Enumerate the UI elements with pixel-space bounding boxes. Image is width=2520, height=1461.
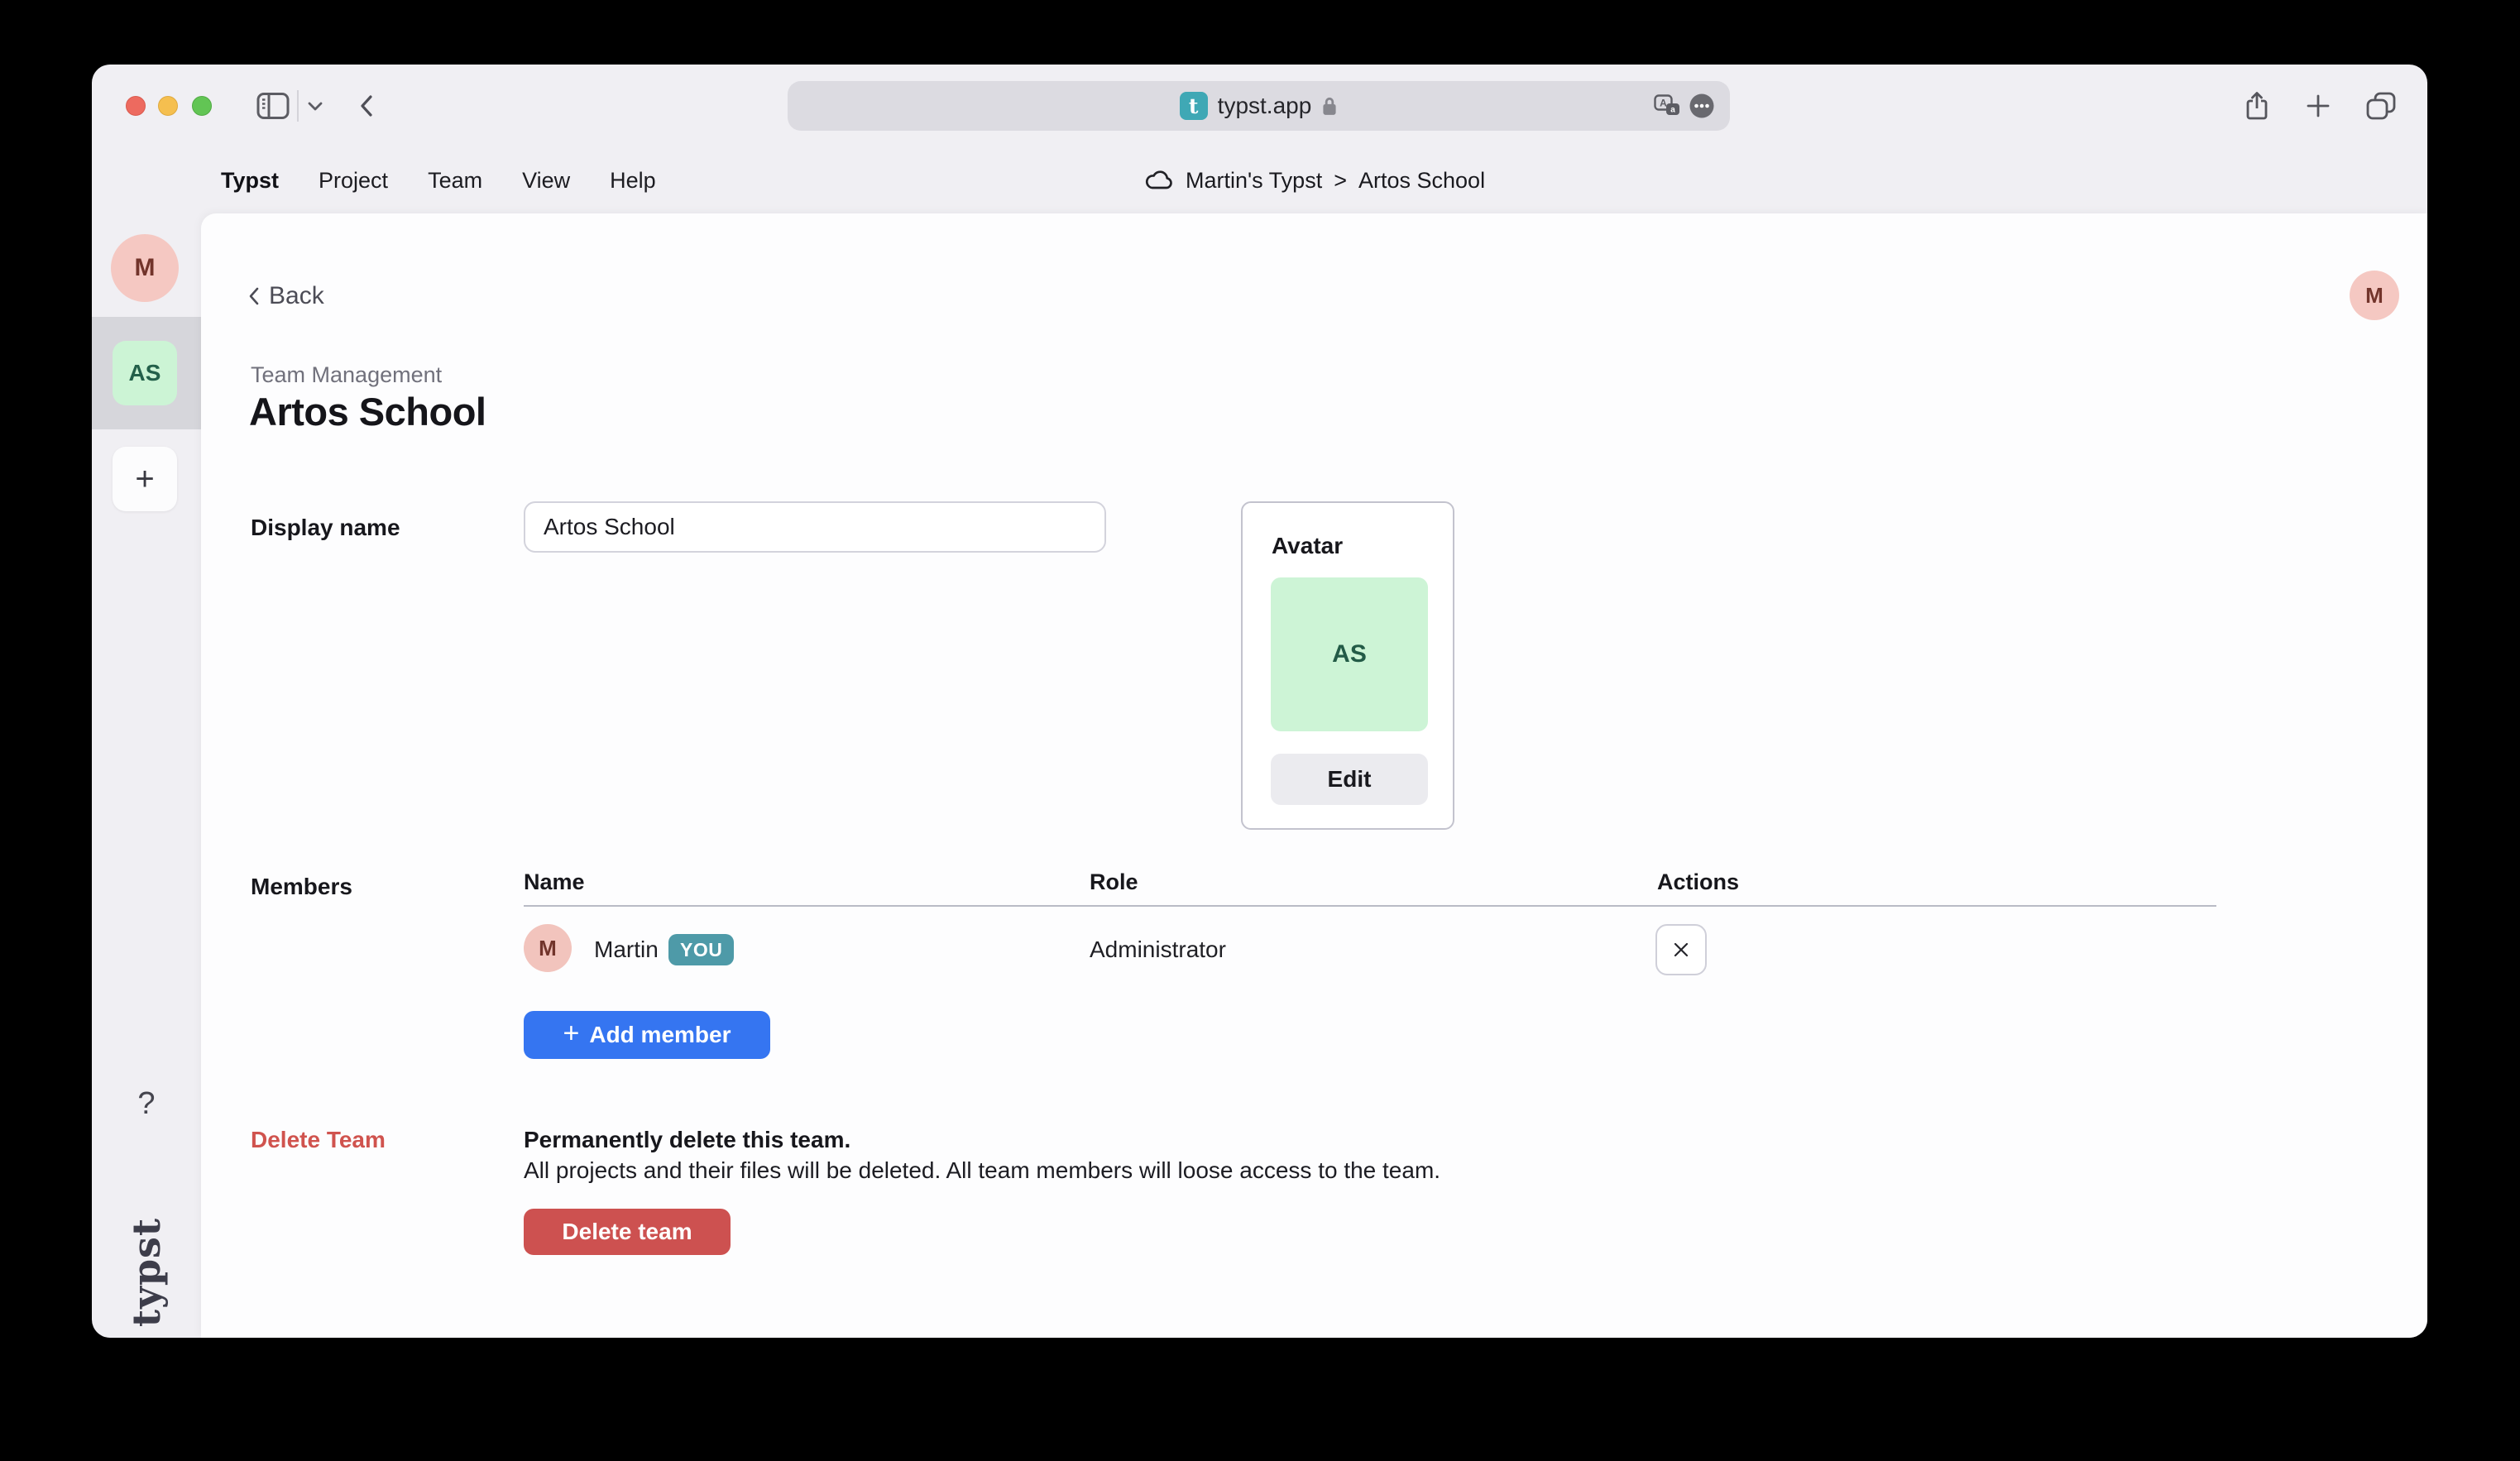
team-avatar-preview: AS — [1271, 577, 1428, 731]
close-icon — [1671, 940, 1691, 960]
cloud-icon — [1144, 170, 1174, 191]
menu-help[interactable]: Help — [610, 168, 656, 194]
back-link[interactable]: Back — [249, 281, 324, 311]
avatar-edit-button[interactable]: Edit — [1271, 754, 1428, 805]
svg-text:A: A — [1660, 98, 1667, 109]
chevron-down-icon[interactable] — [305, 65, 325, 147]
member-avatar: M — [524, 924, 572, 972]
avatar-panel-title: Avatar — [1272, 533, 1343, 559]
section-eyebrow: Team Management — [251, 362, 442, 388]
svg-text:a: a — [1670, 106, 1675, 115]
zoom-window-button[interactable] — [192, 96, 212, 116]
sidebar-add-team-button[interactable]: + — [113, 447, 177, 511]
more-options-icon[interactable] — [1689, 93, 1715, 119]
share-icon[interactable] — [2243, 65, 2271, 147]
remove-member-button[interactable] — [1655, 924, 1707, 975]
close-window-button[interactable] — [126, 96, 146, 116]
tab-overview-icon[interactable] — [2365, 65, 2397, 147]
display-name-label: Display name — [251, 515, 400, 541]
browser-back-icon[interactable] — [355, 65, 378, 147]
column-header-name: Name — [524, 869, 585, 895]
address-bar[interactable]: t typst.app A a — [788, 81, 1730, 131]
sidebar-toggle-icon[interactable] — [255, 65, 291, 147]
url-text: typst.app — [1218, 93, 1312, 119]
add-member-button[interactable]: + Add member — [524, 1011, 770, 1059]
menu-team[interactable]: Team — [428, 168, 482, 194]
column-header-actions: Actions — [1657, 869, 1739, 895]
app-menu-bar: Typst Project Team View Help — [221, 147, 656, 213]
avatar-panel: Avatar AS Edit — [1241, 501, 1454, 830]
lock-icon — [1321, 95, 1338, 117]
team-management-panel: Back M Team Management Artos School Disp… — [201, 213, 2427, 1338]
minimize-window-button[interactable] — [158, 96, 178, 116]
page-title: Artos School — [249, 389, 486, 434]
workspace-sidebar: M AS + ? typst — [92, 213, 201, 1338]
column-header-role: Role — [1090, 869, 1138, 895]
help-icon[interactable]: ? — [92, 1086, 201, 1122]
sidebar-team-avatar[interactable]: AS — [113, 341, 177, 405]
display-name-input[interactable] — [524, 501, 1106, 553]
sidebar-user-avatar[interactable]: M — [111, 234, 179, 302]
delete-warning-body: All projects and their files will be del… — [524, 1157, 1440, 1184]
browser-window: t typst.app A a — [92, 65, 2427, 1338]
back-chevron-icon — [249, 287, 259, 305]
menu-typst[interactable]: Typst — [221, 168, 279, 194]
toolbar-divider — [297, 90, 299, 122]
account-avatar[interactable]: M — [2350, 271, 2399, 320]
typst-logo: typst — [92, 1181, 201, 1338]
member-role: Administrator — [1090, 936, 1226, 963]
delete-team-label: Delete Team — [251, 1127, 386, 1153]
breadcrumb-current: Artos School — [1358, 168, 1485, 194]
breadcrumb-workspace[interactable]: Martin's Typst — [1186, 168, 1322, 194]
table-header-divider — [524, 905, 2216, 907]
browser-toolbar: t typst.app A a — [92, 65, 2427, 147]
plus-icon: + — [563, 1018, 579, 1050]
member-name: Martin — [594, 936, 659, 963]
site-favicon: t — [1180, 92, 1208, 120]
new-tab-icon[interactable] — [2306, 65, 2331, 147]
delete-team-button[interactable]: Delete team — [524, 1209, 731, 1255]
menu-view[interactable]: View — [522, 168, 570, 194]
members-label: Members — [251, 874, 352, 900]
breadcrumb-separator: > — [1334, 168, 1347, 194]
translate-icon[interactable]: A a — [1654, 94, 1680, 117]
breadcrumb: Martin's Typst > Artos School — [1144, 147, 1485, 213]
menu-project[interactable]: Project — [319, 168, 388, 194]
you-badge: YOU — [668, 934, 734, 965]
delete-warning-title: Permanently delete this team. — [524, 1127, 850, 1153]
